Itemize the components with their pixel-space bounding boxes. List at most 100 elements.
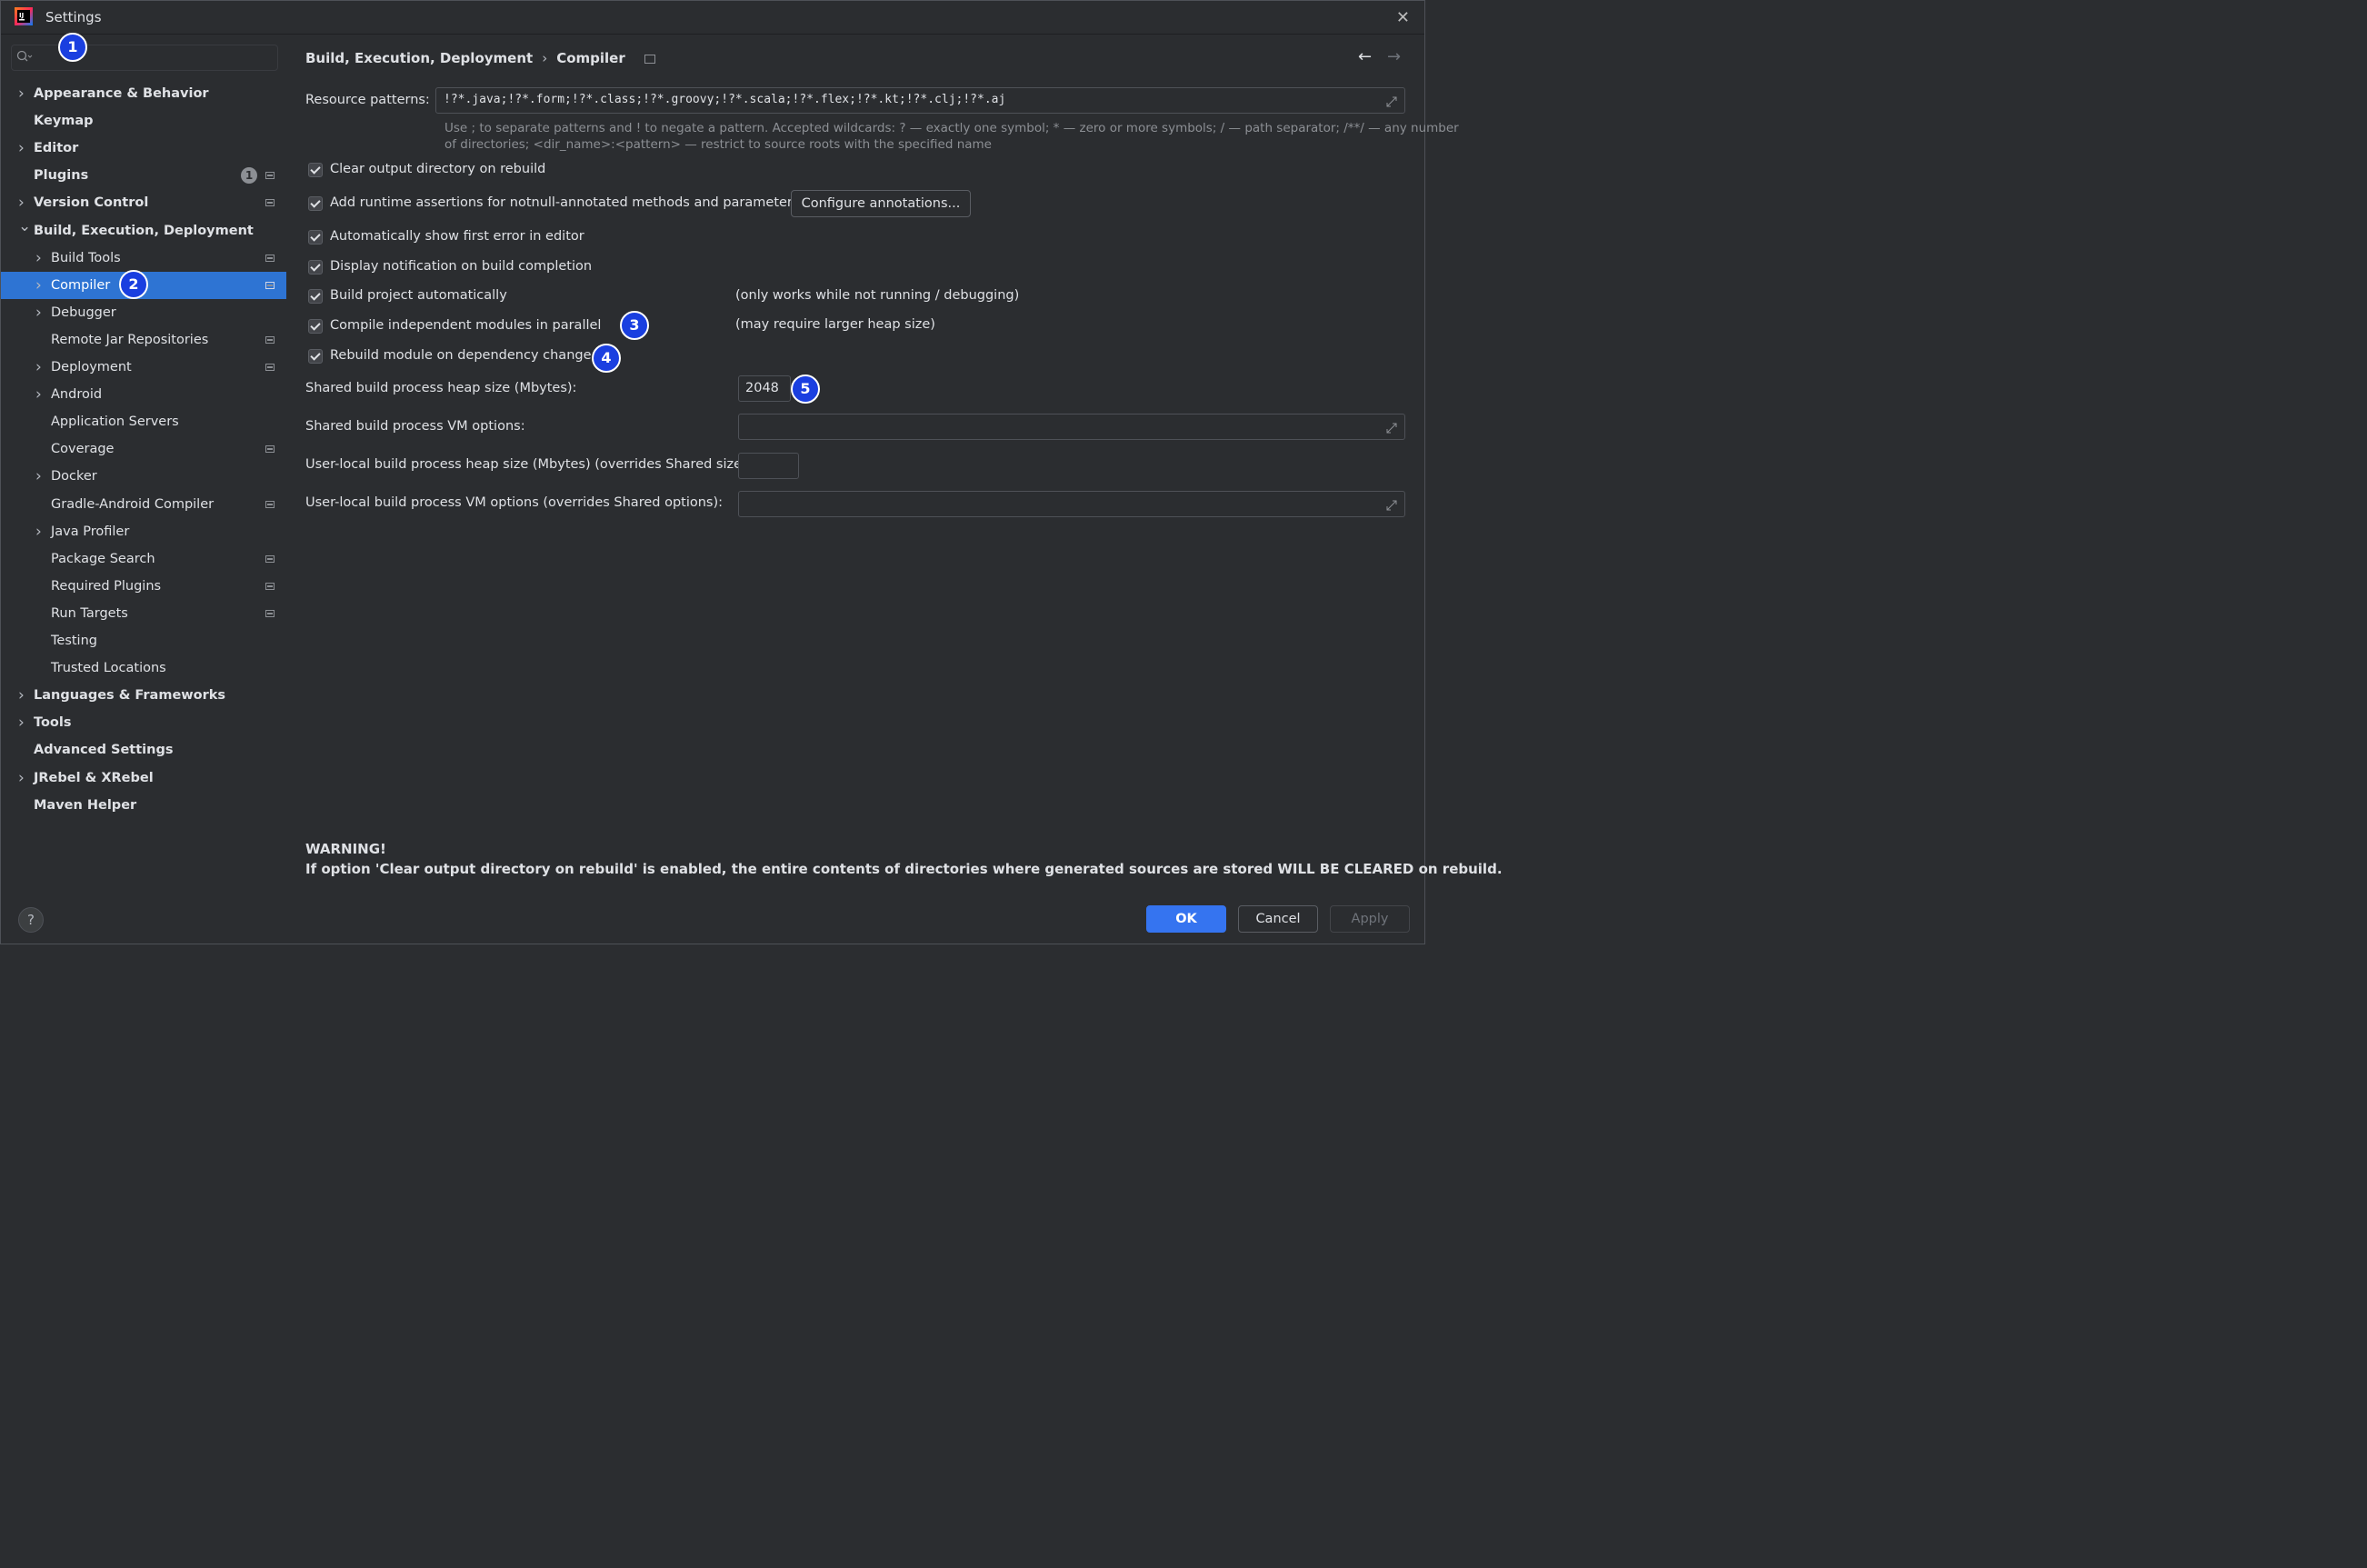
chevron-down-icon[interactable]: ⌄ — [18, 213, 31, 240]
sidebar-item-keymap[interactable]: Keymap — [1, 107, 286, 135]
sidebar-item-maven-helper[interactable]: Maven Helper — [1, 792, 286, 819]
expand-icon[interactable] — [1386, 423, 1397, 434]
expand-icon[interactable] — [1386, 500, 1397, 511]
sidebar-item-debugger[interactable]: › Debugger — [1, 299, 286, 326]
chevron-right-icon[interactable]: › — [18, 764, 25, 792]
user-heap-field[interactable] — [738, 453, 799, 479]
sidebar-item-languages-frameworks[interactable]: › Languages & Frameworks — [1, 682, 286, 709]
runtime-assertions-checkbox[interactable] — [308, 196, 323, 211]
sidebar-item-testing[interactable]: Testing — [1, 627, 286, 654]
parallel-compile-label[interactable]: Compile independent modules in parallel — [330, 318, 601, 333]
sidebar-item-jrebel-xrebel[interactable]: › JRebel & XRebel — [1, 764, 286, 792]
user-vm-field[interactable] — [738, 491, 1405, 517]
sidebar-item-build-execution-deployment[interactable]: ⌄ Build, Execution, Deployment — [1, 217, 286, 245]
sidebar-item-version-control[interactable]: › Version Control — [1, 189, 286, 216]
rebuild-on-dependency-checkbox[interactable] — [308, 349, 323, 364]
sidebar-item-coverage[interactable]: Coverage — [1, 435, 286, 463]
sidebar-item-application-servers[interactable]: Application Servers — [1, 408, 286, 435]
settings-window: IJ Settings ✕ › Appearance & Behavior Keym… — [0, 0, 1503, 944]
chevron-right-icon[interactable]: › — [18, 80, 25, 107]
resource-patterns-field[interactable]: !?*.java;!?*.form;!?*.class;!?*.groovy;!… — [435, 87, 1405, 114]
back-arrow-icon[interactable]: ← — [1358, 47, 1372, 66]
sidebar-item-label: Java Profiler — [51, 524, 130, 539]
sidebar-item-label: Remote Jar Repositories — [51, 333, 209, 347]
sidebar-item-package-search[interactable]: Package Search — [1, 545, 286, 573]
chevron-right-icon[interactable]: › — [18, 682, 25, 709]
chevron-right-icon[interactable]: › — [18, 709, 25, 736]
chevron-right-icon[interactable]: › — [35, 354, 42, 381]
sidebar-item-label: Languages & Frameworks — [34, 688, 226, 703]
chevron-right-icon[interactable]: › — [35, 463, 42, 490]
build-notification-checkbox[interactable] — [308, 260, 323, 275]
sidebar-item-android[interactable]: › Android — [1, 381, 286, 408]
project-scope-icon — [265, 255, 275, 262]
rebuild-on-dependency-label[interactable]: Rebuild module on dependency change — [330, 348, 592, 363]
sidebar-item-advanced-settings[interactable]: Advanced Settings — [1, 736, 286, 764]
sidebar-item-run-targets[interactable]: Run Targets — [1, 600, 286, 627]
sidebar-item-docker[interactable]: › Docker — [1, 463, 286, 490]
project-scope-icon — [265, 172, 275, 179]
build-automatically-label[interactable]: Build project automatically — [330, 288, 507, 303]
show-first-error-label[interactable]: Automatically show first error in editor — [330, 229, 584, 244]
sidebar-item-trusted-locations[interactable]: Trusted Locations — [1, 654, 286, 682]
sidebar-item-label: Compiler — [51, 278, 111, 293]
warning-title: WARNING! — [305, 841, 386, 857]
sidebar-item-label: Docker — [51, 469, 97, 484]
configure-annotations-button[interactable]: Configure annotations... — [791, 190, 971, 217]
rebuild-warning: WARNING! If option 'Clear output directo… — [305, 839, 1503, 879]
sidebar-item-java-profiler[interactable]: › Java Profiler — [1, 518, 286, 545]
sidebar-item-editor[interactable]: › Editor — [1, 135, 286, 162]
shared-heap-value: 2048 — [745, 381, 779, 395]
sidebar-item-remote-jar-repositories[interactable]: Remote Jar Repositories — [1, 326, 286, 354]
hint-line-2: of directories; <dir_name>:<pattern> — r… — [444, 137, 992, 152]
sidebar-item-gradle-android-compiler[interactable]: Gradle-Android Compiler — [1, 491, 286, 518]
chevron-right-icon[interactable]: › — [35, 272, 42, 299]
build-automatically-checkbox[interactable] — [308, 289, 323, 304]
project-scope-icon — [265, 445, 275, 453]
sidebar-item-label: Editor — [34, 141, 79, 155]
breadcrumb: Build, Execution, Deployment › Compiler — [305, 50, 655, 66]
breadcrumb-parent[interactable]: Build, Execution, Deployment — [305, 50, 533, 66]
close-icon[interactable]: ✕ — [1396, 8, 1410, 27]
annotation-marker-1: 1 — [58, 33, 87, 62]
sidebar-item-label: Coverage — [51, 442, 115, 456]
forward-arrow-icon[interactable]: → — [1387, 47, 1401, 66]
build-notification-label[interactable]: Display notification on build completion — [330, 259, 592, 274]
expand-icon[interactable] — [1386, 96, 1397, 107]
project-scope-icon — [265, 336, 275, 344]
search-icon — [16, 50, 33, 62]
annotation-marker-3: 3 — [620, 311, 649, 340]
sidebar-item-label: Deployment — [51, 360, 132, 375]
resource-patterns-label: Resource patterns: — [305, 93, 430, 107]
sidebar-item-label: Testing — [51, 634, 97, 648]
search-input[interactable] — [11, 45, 278, 71]
ok-button[interactable]: OK — [1146, 905, 1226, 933]
clear-output-label[interactable]: Clear output directory on rebuild — [330, 162, 545, 176]
shared-vm-field[interactable] — [738, 414, 1405, 440]
sidebar-item-tools[interactable]: › Tools — [1, 709, 286, 736]
chevron-right-icon[interactable]: › — [35, 245, 42, 272]
sidebar-item-required-plugins[interactable]: Required Plugins — [1, 573, 286, 600]
chevron-right-icon[interactable]: › — [18, 135, 25, 162]
apply-button[interactable]: Apply — [1330, 905, 1410, 933]
chevron-right-icon[interactable]: › — [35, 518, 42, 545]
sidebar-item-label: Run Targets — [51, 606, 128, 621]
runtime-assertions-label[interactable]: Add runtime assertions for notnull-annot… — [330, 195, 799, 210]
cancel-button[interactable]: Cancel — [1238, 905, 1318, 933]
chevron-right-icon[interactable]: › — [35, 381, 42, 408]
clear-output-checkbox[interactable] — [308, 163, 323, 177]
sidebar-item-deployment[interactable]: › Deployment — [1, 354, 286, 381]
sidebar-item-appearance-behavior[interactable]: › Appearance & Behavior — [1, 80, 286, 107]
chevron-right-icon[interactable]: › — [35, 299, 42, 326]
shared-heap-label: Shared build process heap size (Mbytes): — [305, 381, 577, 395]
parallel-compile-checkbox[interactable] — [308, 319, 323, 334]
sidebar-item-plugins[interactable]: Plugins 1 — [1, 162, 286, 189]
sidebar-item-label: Advanced Settings — [34, 743, 174, 757]
show-first-error-checkbox[interactable] — [308, 230, 323, 245]
sidebar-item-label: Maven Helper — [34, 798, 137, 813]
shared-heap-field[interactable]: 2048 — [738, 375, 791, 402]
intellij-app-icon: IJ — [15, 7, 33, 25]
help-icon[interactable]: ? — [18, 907, 44, 933]
sidebar-item-build-tools[interactable]: › Build Tools — [1, 245, 286, 272]
update-count-badge: 1 — [241, 167, 257, 184]
